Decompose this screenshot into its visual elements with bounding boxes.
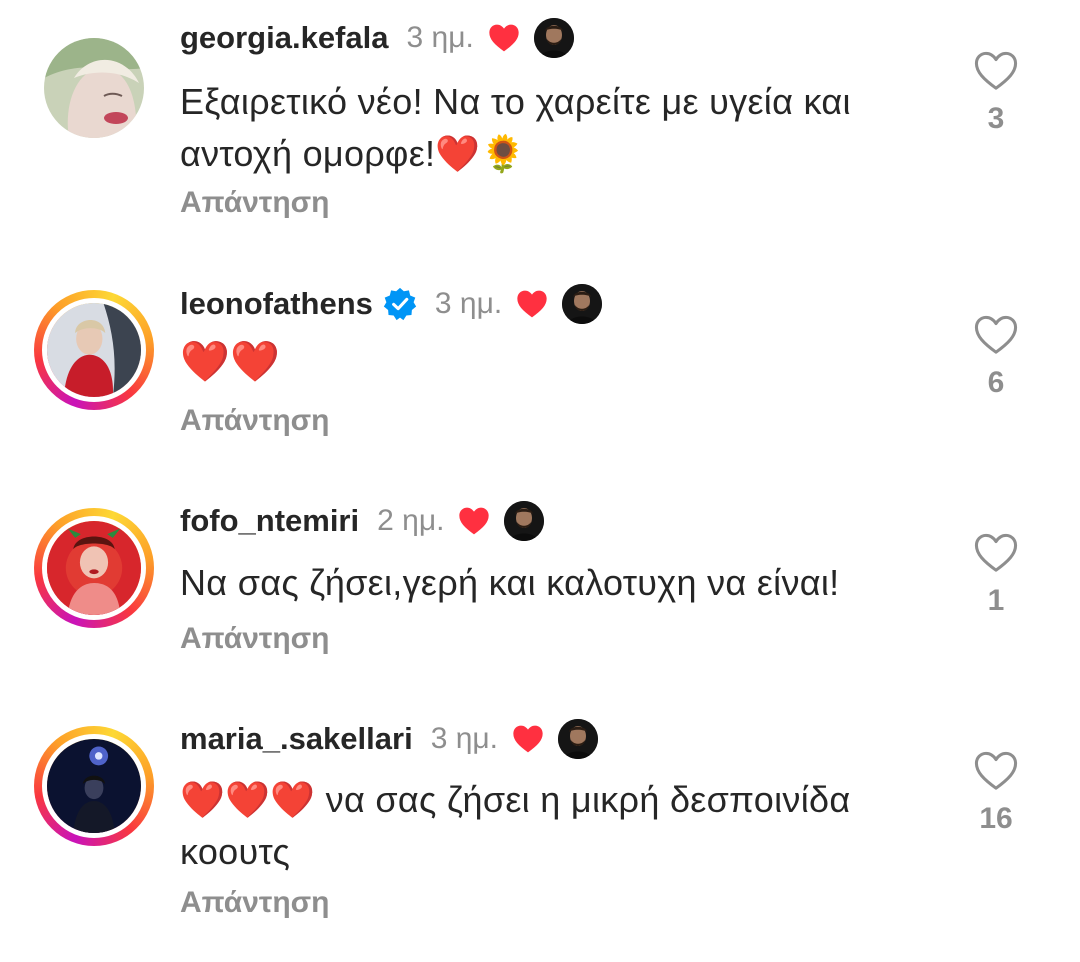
comment-username[interactable]: maria_.sakellari <box>180 721 413 757</box>
reply-button[interactable]: Απάντηση <box>180 622 330 656</box>
comment-text: ❤️❤️ <box>180 339 281 385</box>
comment-time: 3 ημ. <box>434 287 503 320</box>
heart-outline-icon[interactable] <box>973 50 1019 92</box>
avatar-image <box>44 38 144 138</box>
comment-text: Να σας ζήσει,γερή και καλοτυχη να είναι! <box>180 562 840 603</box>
reply-button[interactable]: Απάντηση <box>180 404 330 438</box>
comment-username[interactable]: leonofathens <box>180 286 373 322</box>
avatar-image <box>47 521 141 615</box>
avatar-image <box>47 303 141 397</box>
author-avatar <box>533 18 574 58</box>
comment-time: 3 ημ. <box>430 722 499 755</box>
verified-badge-icon <box>383 287 417 321</box>
author-avatar <box>558 719 599 759</box>
author-avatar <box>562 284 603 324</box>
avatar-image <box>47 739 141 833</box>
heart-outline-icon[interactable] <box>973 314 1019 356</box>
avatar[interactable] <box>44 38 144 138</box>
author-avatar <box>504 501 545 541</box>
heart-filled-icon <box>458 506 490 536</box>
reply-button[interactable]: Απάντηση <box>180 186 330 220</box>
like-column: 16 <box>960 750 1032 836</box>
avatar[interactable] <box>34 726 154 846</box>
like-column: 6 <box>960 314 1032 400</box>
comment-time: 3 ημ. <box>406 21 474 54</box>
heart-filled-icon <box>516 289 548 319</box>
avatar[interactable] <box>34 290 154 410</box>
comment-text: Εξαιρετικό νέο! Να το χαρείτε με υγεία κ… <box>180 81 851 174</box>
like-column: 3 <box>960 50 1032 136</box>
like-count: 3 <box>987 102 1005 135</box>
comment-time: 2 ημ. <box>377 504 445 537</box>
heart-outline-icon[interactable] <box>973 532 1019 574</box>
heart-filled-icon <box>488 23 520 53</box>
like-column: 1 <box>960 532 1032 618</box>
comment-text: ❤️❤️❤️ να σας ζήσει η μικρή δεσποινίδα κ… <box>180 779 851 872</box>
avatar[interactable] <box>34 508 154 628</box>
reply-button[interactable]: Απάντηση <box>180 886 330 920</box>
like-count: 6 <box>987 366 1005 399</box>
like-count: 16 <box>979 802 1013 835</box>
heart-filled-icon <box>512 724 544 754</box>
like-count: 1 <box>987 584 1005 617</box>
comment-username[interactable]: georgia.kefala <box>180 20 388 56</box>
comment-username[interactable]: fofo_ntemiri <box>180 503 359 539</box>
heart-outline-icon[interactable] <box>973 750 1019 792</box>
